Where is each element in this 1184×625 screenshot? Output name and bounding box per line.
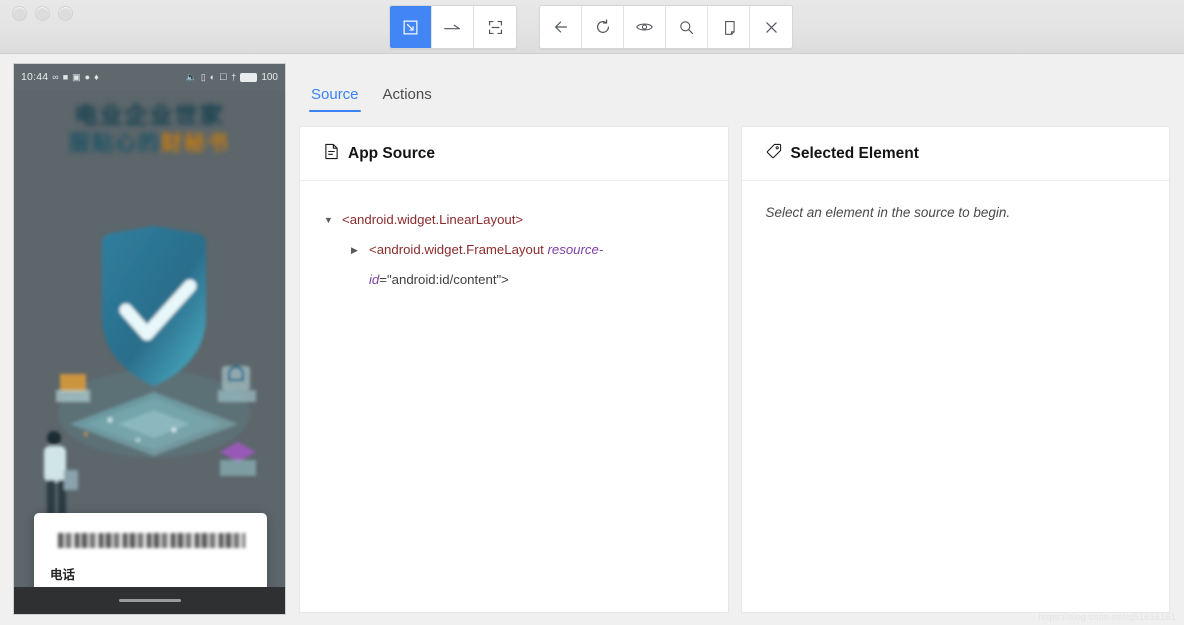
file-text-icon	[324, 143, 339, 165]
tree-node-framelayout[interactable]: ▶ <android.widget.FrameLayout resource-i…	[324, 235, 704, 295]
tree-node-attr-value: ="android:id/content">	[379, 272, 509, 287]
battery-percent: 100	[261, 71, 278, 83]
toolbar-group-tools	[389, 5, 517, 49]
source-tree: ▼ <android.widget.LinearLayout> ▶ <andro…	[324, 205, 704, 295]
copy-icon	[721, 19, 737, 36]
selected-element-empty-message: Select an element in the source to begin…	[765, 205, 1011, 220]
app-source-card: App Source ▼ <android.widget.LinearLayou…	[299, 126, 729, 613]
selected-element-header: Selected Element	[741, 127, 1169, 181]
search-icon	[678, 19, 695, 36]
app-splash-title: 电业企业世家 服贴心的财秘书	[14, 100, 285, 158]
cursor-select-icon	[402, 19, 419, 36]
toolbar-group-actions	[539, 5, 793, 49]
home-indicator[interactable]	[118, 599, 181, 602]
tree-node-tag: <android.widget.FrameLayout	[369, 242, 548, 257]
swipe-arrow-icon	[443, 21, 462, 33]
close-x-icon	[763, 19, 780, 36]
close-session-button[interactable]	[750, 6, 792, 48]
app-source-body[interactable]: ▼ <android.widget.LinearLayout> ▶ <andro…	[300, 181, 728, 612]
sim-card-icon: ☐	[219, 71, 228, 82]
splash-title-line1: 电业企业世家	[74, 102, 225, 128]
status-bar-clock: 10:44	[21, 71, 49, 83]
window-title-bar	[0, 0, 1184, 54]
inspector-cards: App Source ▼ <android.widget.LinearLayou…	[299, 126, 1170, 613]
mute-icon: 🔈	[185, 71, 197, 82]
shield-checkmark-illustration	[44, 226, 256, 514]
select-element-tool[interactable]	[390, 6, 432, 48]
inspector-tabs: Source Actions	[290, 54, 1184, 112]
app-source-header: App Source	[300, 127, 728, 181]
dot-icon: ●	[84, 71, 91, 82]
copy-source-button[interactable]	[708, 6, 750, 48]
tree-node-linearlayout[interactable]: ▼ <android.widget.LinearLayout>	[324, 205, 704, 235]
status-bar-right: 🔈 ▯ ◐ ☐ † 100	[186, 72, 278, 83]
window-controls	[12, 6, 73, 21]
splash-title-line2-part1: 服贴心的	[69, 132, 161, 155]
charge-icon: †	[231, 71, 237, 82]
selected-element-body: Select an element in the source to begin…	[742, 181, 1170, 612]
permission-name: 电话	[50, 568, 76, 582]
device-status-bar: 10:44 ∞ ■ ▣ ● ♦ 🔈 ▯ ◐ ☐ † 100	[14, 64, 285, 90]
watermark-text: https://blog.csdn.net/q51616161	[1038, 612, 1176, 622]
refresh-icon	[594, 18, 612, 36]
crop-frame-icon	[487, 19, 504, 36]
refresh-source-button[interactable]	[582, 6, 624, 48]
inspector-pane: Source Actions App Source ▼ <android.wid…	[290, 54, 1184, 625]
tap-by-coordinates-tool[interactable]	[474, 6, 516, 48]
wifi-icon: ◐	[209, 71, 216, 82]
device-navigation-bar	[14, 587, 285, 614]
window-minimize-button[interactable]	[35, 6, 50, 21]
tab-source[interactable]: Source	[299, 86, 371, 112]
show-hide-button[interactable]	[624, 6, 666, 48]
window-close-button[interactable]	[12, 6, 27, 21]
window-maximize-button[interactable]	[58, 6, 73, 21]
tree-node-label: <android.widget.FrameLayout resource-id=…	[369, 235, 647, 295]
swipe-tool[interactable]	[432, 6, 474, 48]
vibrate-icon: ▯	[200, 71, 206, 82]
tag-icon	[766, 143, 782, 164]
inspector-toolbar	[389, 5, 793, 49]
arrow-left-icon	[552, 18, 570, 36]
infinity-icon: ∞	[52, 71, 59, 82]
lock-icon: ■	[62, 71, 69, 82]
battery-icon	[240, 72, 258, 82]
device-screen-mirror[interactable]: 10:44 ∞ ■ ▣ ● ♦ 🔈 ▯ ◐ ☐ † 100 电业企业世家 服贴心…	[13, 63, 286, 615]
back-button[interactable]	[540, 6, 582, 48]
splash-title-line2: 服贴心的财秘书	[14, 130, 285, 158]
tab-actions[interactable]: Actions	[371, 86, 444, 112]
search-button[interactable]	[666, 6, 708, 48]
eye-icon	[635, 20, 654, 34]
usb-icon: ♦	[94, 71, 99, 82]
main-content-area: 10:44 ∞ ■ ▣ ● ♦ 🔈 ▯ ◐ ☐ † 100 电业企业世家 服贴心…	[0, 54, 1184, 625]
permission-dialog-title	[58, 533, 245, 548]
status-bar-left: 10:44 ∞ ■ ▣ ● ♦	[21, 71, 99, 83]
chevron-down-icon[interactable]: ▼	[324, 205, 342, 235]
app-source-title: App Source	[348, 144, 435, 162]
chevron-right-icon[interactable]: ▶	[351, 235, 369, 265]
tree-node-label: <android.widget.LinearLayout>	[342, 212, 524, 227]
splash-title-line2-part2: 财秘书	[161, 132, 230, 155]
selected-element-card: Selected Element Select an element in th…	[740, 126, 1170, 613]
selected-element-title: Selected Element	[790, 144, 919, 162]
sim-icon: ▣	[72, 71, 81, 82]
